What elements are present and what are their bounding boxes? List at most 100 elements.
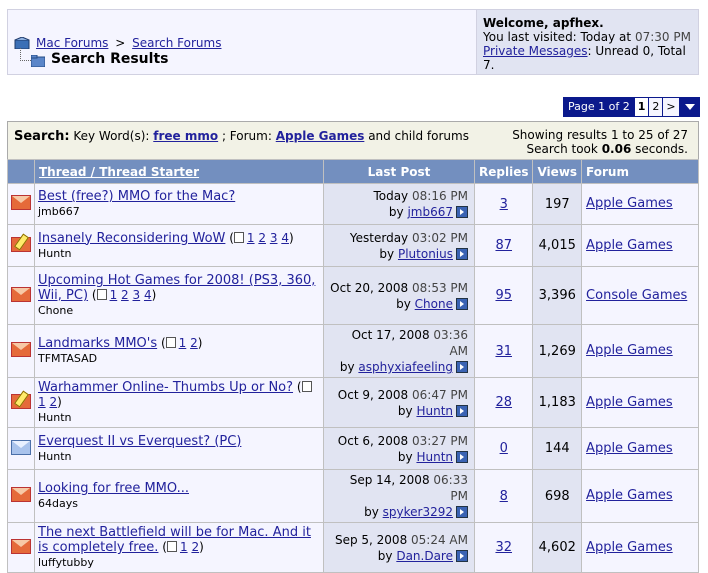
thread-title-link[interactable]: Landmarks MMO's bbox=[38, 336, 157, 351]
forum-link[interactable]: Apple Games bbox=[276, 129, 365, 143]
go-to-last-post-icon[interactable] bbox=[456, 404, 468, 417]
by-label: by bbox=[364, 505, 379, 519]
thread-page-link[interactable]: 4 bbox=[144, 288, 152, 302]
thread-cell: Warhammer Online- Thumbs Up or No? (1 2)… bbox=[34, 377, 324, 428]
breadcrumb-home-link[interactable]: Mac Forums bbox=[36, 36, 108, 50]
keyword-link[interactable]: free mmo bbox=[153, 129, 218, 143]
table-row: Best (free?) MMO for the Mac? jmb667 Today… bbox=[7, 183, 699, 225]
thread-page-link[interactable]: 3 bbox=[133, 288, 141, 302]
thread-page-link[interactable]: 2 bbox=[191, 540, 199, 554]
welcome-heading: Welcome, apfhex. bbox=[483, 16, 604, 30]
last-post-time: 03:02 PM bbox=[412, 230, 468, 245]
thread-title-link[interactable]: Insanely Reconsidering WoW bbox=[38, 231, 225, 246]
thread-page-link[interactable]: 3 bbox=[270, 231, 278, 245]
last-poster-link[interactable]: Huntn bbox=[416, 450, 453, 464]
replies-link[interactable]: 8 bbox=[500, 489, 508, 504]
thread-page-link[interactable]: 1 bbox=[179, 336, 187, 350]
thread-title-link[interactable]: Everquest II vs Everquest? (PC) bbox=[38, 434, 241, 449]
header-replies[interactable]: Replies bbox=[473, 159, 534, 184]
multipage-icon bbox=[96, 289, 107, 300]
last-post-date: Sep 14, 2008 bbox=[349, 473, 430, 487]
header-forum[interactable]: Forum bbox=[581, 159, 699, 184]
last-post-date: Oct 9, 2008 bbox=[337, 387, 409, 402]
thread-page-link[interactable]: 2 bbox=[49, 395, 57, 409]
multipage-links: (1 2 3 4) bbox=[229, 230, 294, 245]
thread-page-link[interactable]: 1 bbox=[110, 288, 118, 302]
last-post-cell: Oct 6, 2008 03:27 PM by Huntn bbox=[323, 427, 475, 470]
thread-page-link[interactable]: 1 bbox=[180, 540, 188, 554]
replies-link[interactable]: 31 bbox=[495, 344, 512, 359]
forum-link[interactable]: Apple Games bbox=[586, 238, 673, 253]
thread-starter: TFMTASAD bbox=[38, 352, 98, 365]
forum-link[interactable]: Apple Games bbox=[586, 540, 673, 555]
replies-link[interactable]: 3 bbox=[500, 197, 508, 212]
last-post-date: Today bbox=[373, 189, 409, 203]
go-to-last-post-icon[interactable] bbox=[456, 297, 468, 310]
forum-link[interactable]: Apple Games bbox=[586, 196, 673, 211]
last-poster-link[interactable]: spyker3292 bbox=[383, 505, 453, 519]
replies-link[interactable]: 87 bbox=[495, 238, 512, 253]
last-poster-link[interactable]: Dan.Dare bbox=[396, 549, 453, 563]
table-row: Looking for free MMO... 64days Sep 14, 200… bbox=[7, 469, 699, 523]
last-post-cell: Oct 17, 2008 03:36 AM by asphyxiafeeling bbox=[323, 324, 475, 378]
forum-link[interactable]: Apple Games bbox=[586, 441, 673, 456]
thread-page-link[interactable]: 2 bbox=[190, 336, 198, 350]
thread-page-link[interactable]: 2 bbox=[121, 288, 129, 302]
replies-link[interactable]: 28 bbox=[495, 395, 512, 410]
posted-hot-folder-icon bbox=[11, 393, 31, 409]
thread-title-link[interactable]: Looking for free MMO... bbox=[38, 481, 189, 496]
forum-link[interactable]: Apple Games bbox=[586, 488, 673, 503]
thread-cell: The next Battlefield will be for Mac. An… bbox=[34, 522, 324, 573]
by-label: by bbox=[396, 296, 411, 311]
thread-title-link[interactable]: Upcoming Hot Games for 2008! (PS3, 360, … bbox=[38, 273, 315, 303]
replies-link[interactable]: 32 bbox=[495, 540, 512, 555]
last-poster-link[interactable]: Huntn bbox=[416, 404, 453, 418]
by-label: by bbox=[379, 246, 395, 261]
search-label: Search: bbox=[14, 129, 70, 144]
forum-link[interactable]: Apple Games bbox=[586, 343, 673, 358]
last-poster-link[interactable]: Chone bbox=[415, 297, 453, 311]
forum-link[interactable]: Apple Games bbox=[586, 395, 673, 410]
hot-folder-icon bbox=[11, 195, 31, 210]
header-thread[interactable]: Thread / Thread Starter bbox=[34, 159, 324, 184]
header-last-post[interactable]: Last Post bbox=[323, 159, 475, 184]
replies-cell: 0 bbox=[473, 427, 534, 470]
replies-cell: 87 bbox=[473, 224, 534, 267]
go-to-last-post-icon[interactable] bbox=[456, 549, 468, 562]
thread-page-link[interactable]: 2 bbox=[258, 231, 266, 245]
next-page-link[interactable]: > bbox=[662, 98, 679, 116]
go-to-last-post-icon[interactable] bbox=[456, 206, 468, 218]
thread-title-link[interactable]: Best (free?) MMO for the Mac? bbox=[38, 189, 235, 204]
go-to-last-post-icon[interactable] bbox=[456, 506, 468, 518]
by-label: by bbox=[397, 449, 413, 464]
go-to-last-post-icon[interactable] bbox=[456, 450, 468, 463]
page-2-link[interactable]: 2 bbox=[648, 98, 663, 116]
private-messages-link[interactable]: Private Messages bbox=[483, 44, 588, 58]
page-title: Search Results bbox=[51, 51, 169, 67]
go-to-last-post-icon[interactable] bbox=[456, 247, 468, 260]
replies-cell: 32 bbox=[473, 522, 534, 573]
breadcrumb-search-link[interactable]: Search Forums bbox=[132, 36, 221, 50]
last-visited: You last visited: Today at 07:30 PM bbox=[483, 30, 698, 44]
last-poster-link[interactable]: jmb667 bbox=[407, 205, 453, 219]
thread-page-link[interactable]: 1 bbox=[38, 395, 46, 409]
go-to-last-post-icon[interactable] bbox=[456, 361, 468, 373]
forum-link[interactable]: Console Games bbox=[586, 288, 687, 303]
by-label: by bbox=[339, 360, 355, 374]
replies-link[interactable]: 95 bbox=[495, 288, 512, 303]
last-poster-link[interactable]: asphyxiafeeling bbox=[358, 360, 453, 374]
views-cell: 698 bbox=[532, 469, 583, 523]
replies-link[interactable]: 0 bbox=[500, 441, 508, 456]
thread-cell: Best (free?) MMO for the Mac? jmb667 bbox=[34, 183, 324, 225]
last-poster-link[interactable]: Plutonius bbox=[398, 247, 453, 261]
thread-page-link[interactable]: 1 bbox=[247, 231, 255, 245]
header-views[interactable]: Views bbox=[532, 159, 583, 184]
hot-folder-icon bbox=[11, 538, 31, 554]
chevron-down-icon[interactable] bbox=[678, 98, 699, 116]
thread-title-link[interactable]: Warhammer Online- Thumbs Up or No? bbox=[38, 380, 293, 395]
forum-cell: Apple Games bbox=[581, 224, 699, 267]
multipage-icon bbox=[166, 541, 177, 552]
thread-page-link[interactable]: 4 bbox=[281, 231, 289, 245]
posted-hot-folder-icon bbox=[11, 236, 31, 252]
views-cell: 4,015 bbox=[532, 224, 583, 267]
